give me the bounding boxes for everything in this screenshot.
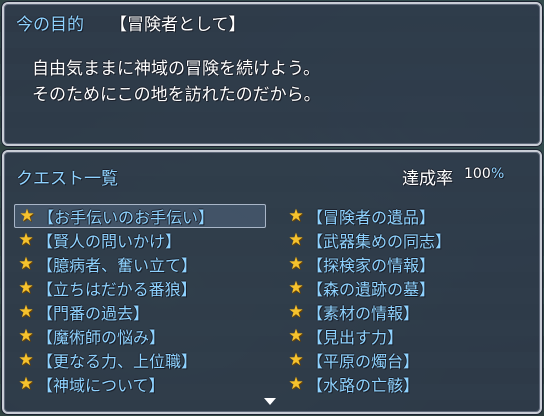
- quest-item[interactable]: ★ 【森の遺跡の墓】: [284, 276, 536, 300]
- quest-item-label: 【お手伝いのお手伝い】: [38, 208, 215, 227]
- quest-item-label: 【門番の過去】: [37, 304, 150, 323]
- quest-item[interactable]: ★ 【冒険者の遺品】: [284, 204, 536, 228]
- star-icon: ★: [18, 230, 34, 250]
- star-icon: ★: [288, 350, 304, 370]
- star-icon: ★: [18, 374, 34, 394]
- quest-item-label: 【武器集めの同志】: [307, 232, 452, 251]
- quest-item[interactable]: ★ 【水路の亡骸】: [284, 372, 536, 396]
- completion-rate-unit: %: [491, 166, 505, 182]
- quest-item[interactable]: ★ 【見出す力】: [284, 324, 536, 348]
- star-icon: ★: [288, 326, 304, 346]
- quest-item-label: 【冒険者の遺品】: [307, 208, 436, 227]
- quest-column-left: ★ 【お手伝いのお手伝い】 ★ 【賢人の問いかけ】 ★ 【臆病者、奮い立て】 ★ 【立ちはだか…: [14, 204, 266, 396]
- quest-item[interactable]: ★ 【平原の燭台】: [284, 348, 536, 372]
- completion-rate-label: 達成率: [402, 169, 453, 189]
- quest-item[interactable]: ★ 【更なる力、上位職】: [14, 348, 266, 372]
- scroll-down-arrow-icon[interactable]: [264, 398, 276, 405]
- quest-item-label: 【臆病者、奮い立て】: [37, 256, 198, 275]
- quest-item-label: 【水路の亡骸】: [307, 376, 420, 395]
- star-icon: ★: [288, 374, 304, 394]
- quest-item[interactable]: ★ 【門番の過去】: [14, 300, 266, 324]
- quest-column-right: ★ 【冒険者の遺品】 ★ 【武器集めの同志】 ★ 【探検家の情報】 ★ 【森の遺跡の墓】 ★ 【素…: [284, 204, 536, 396]
- quest-item[interactable]: ★ 【魔術師の悩み】: [14, 324, 266, 348]
- star-icon: ★: [18, 302, 34, 322]
- quest-item-label: 【森の遺跡の墓】: [307, 280, 436, 299]
- quest-list-window: クエスト一覧 達成率 100 % ★ 【お手伝いのお手伝い】 ★ 【賢人の問いかけ】 ★…: [2, 150, 542, 414]
- star-icon: ★: [288, 206, 304, 226]
- goal-description-line-2: そのためにこの地を訪れたのだから。: [32, 85, 321, 105]
- star-icon: ★: [288, 254, 304, 274]
- star-icon: ★: [18, 254, 34, 274]
- quest-item-label: 【立ちはだかる番狼】: [37, 280, 197, 299]
- star-icon: ★: [18, 278, 34, 298]
- quest-item-label: 【賢人の問いかけ】: [37, 232, 182, 251]
- quest-item-label: 【素材の情報】: [307, 304, 420, 323]
- star-icon: ★: [18, 326, 34, 346]
- star-icon: ★: [288, 278, 304, 298]
- goal-title: 【冒険者として】: [110, 15, 246, 35]
- quest-item-label: 【見出す力】: [307, 328, 404, 347]
- star-icon: ★: [18, 350, 34, 370]
- quest-list-header: クエスト一覧: [16, 169, 118, 189]
- quest-item[interactable]: ★ 【武器集めの同志】: [284, 228, 536, 252]
- quest-item-label: 【平原の燭台】: [307, 352, 420, 371]
- quest-item-label: 【魔術師の悩み】: [37, 328, 166, 347]
- quest-item-label: 【更なる力、上位職】: [37, 352, 198, 371]
- completion-rate-value: 100: [464, 166, 491, 182]
- goal-description-line-1: 自由気ままに神域の冒険を続けよう。: [32, 59, 320, 79]
- quest-item[interactable]: ★ 【立ちはだかる番狼】: [14, 276, 266, 300]
- star-icon: ★: [288, 302, 304, 322]
- quest-item-label: 【探検家の情報】: [307, 256, 436, 275]
- quest-item[interactable]: ★ 【賢人の問いかけ】: [14, 228, 266, 252]
- quest-item[interactable]: ★ 【お手伝いのお手伝い】: [14, 204, 266, 228]
- goal-label: 今の目的: [16, 15, 84, 35]
- star-icon: ★: [19, 206, 35, 226]
- quest-item[interactable]: ★ 【探検家の情報】: [284, 252, 536, 276]
- quest-item[interactable]: ★ 【神域について】: [14, 372, 266, 396]
- star-icon: ★: [288, 230, 304, 250]
- quest-item[interactable]: ★ 【素材の情報】: [284, 300, 536, 324]
- quest-item[interactable]: ★ 【臆病者、奮い立て】: [14, 252, 266, 276]
- quest-item-label: 【神域について】: [37, 376, 165, 395]
- goal-window: 今の目的 【冒険者として】 自由気ままに神域の冒険を続けよう。 そのためにこの地…: [2, 2, 542, 146]
